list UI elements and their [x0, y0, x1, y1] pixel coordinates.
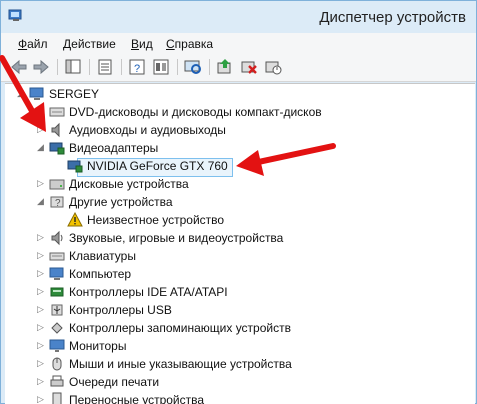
expand-arrow-icon[interactable]: ▷: [37, 377, 46, 386]
collapse-arrow-icon[interactable]: ◢: [37, 143, 46, 152]
tree-item-label: Видеоадаптеры: [69, 141, 159, 155]
toolbar-separator: [89, 59, 90, 75]
expand-arrow-icon[interactable]: ▷: [37, 179, 46, 188]
back-arrow-icon[interactable]: [9, 58, 29, 76]
portable-device-icon: [52, 392, 62, 404]
collapse-arrow-icon[interactable]: ◢: [17, 89, 26, 98]
sound-device-icon: [51, 230, 63, 246]
tree-item-label: Переносные устройства: [69, 393, 205, 404]
tree-item-selected[interactable]: NVIDIA GeForce GTX 760: [5, 158, 465, 175]
menu-action[interactable]: Действие: [63, 37, 116, 51]
toolbar-separator: [121, 59, 122, 75]
tree-item[interactable]: ▷ Дисковые устройства: [5, 176, 465, 193]
toolbar-separator: [177, 59, 178, 75]
display-adapter-icon: [49, 142, 65, 155]
usb-controller-icon: [51, 304, 63, 316]
tree-item[interactable]: ▷ Контроллеры USB: [5, 302, 465, 319]
expand-arrow-icon[interactable]: ▷: [37, 107, 46, 116]
menu-bar: Файл Действие Вид Справка: [1, 33, 476, 55]
tree-item-label: Мыши и иные указывающие устройства: [69, 357, 292, 371]
svg-text:?: ?: [55, 198, 61, 209]
tree-item[interactable]: ▷ Компьютер: [5, 266, 465, 283]
tree-item-label: Компьютер: [69, 267, 132, 281]
display-adapter-icon: [67, 160, 83, 173]
monitor-icon: [49, 339, 65, 352]
tree-item-label: Клавиатуры: [69, 249, 136, 263]
tree-item[interactable]: ▷ Переносные устройства: [5, 392, 465, 404]
menu-file[interactable]: Файл: [18, 37, 48, 51]
tree-item[interactable]: ▷ DVD-дисководы и дисководы компакт-диск…: [5, 104, 465, 121]
tree-item-label: Контроллеры IDE ATA/ATAPI: [69, 285, 228, 299]
tree-item-label: Звуковые, игровые и видеоустройства: [69, 231, 284, 245]
expand-arrow-icon[interactable]: ▷: [37, 125, 46, 134]
tree-item-label: Контроллеры USB: [69, 303, 172, 317]
mouse-icon: [52, 357, 62, 371]
tree-item[interactable]: ▷ Контроллеры запоминающих устройств: [5, 320, 465, 337]
tree-item-label: Очереди печати: [69, 375, 160, 389]
tree-item-label: Мониторы: [69, 339, 127, 353]
other-devices-icon: ?: [50, 196, 64, 209]
uninstall-device-icon[interactable]: [239, 58, 259, 76]
keyboard-icon: [49, 252, 65, 261]
tree-root-row[interactable]: ◢ SERGEY: [5, 86, 465, 103]
printer-icon: [50, 375, 64, 387]
expand-arrow-icon[interactable]: ▷: [37, 305, 46, 314]
expand-arrow-icon[interactable]: ▷: [37, 323, 46, 332]
computer-icon: [29, 87, 44, 100]
tree-item-label: Другие устройства: [69, 195, 173, 209]
device-manager-window: Диспетчер устройств Файл Действие Вид Сп…: [0, 0, 477, 404]
window-title: Диспетчер устройств: [319, 9, 466, 26]
speaker-icon: [51, 122, 60, 138]
expand-arrow-icon[interactable]: ▷: [37, 269, 46, 278]
tree-item-label: DVD-дисководы и дисководы компакт-дисков: [69, 105, 322, 119]
expand-arrow-icon[interactable]: ▷: [37, 395, 46, 404]
scan-hardware-icon[interactable]: [183, 58, 203, 76]
computer-icon: [49, 267, 64, 280]
ide-controller-icon: [50, 287, 64, 297]
expand-arrow-icon[interactable]: ▷: [37, 233, 46, 242]
disk-drive-icon: [49, 179, 65, 190]
tree-item[interactable]: ▷ Мониторы: [5, 338, 465, 355]
toolbar-separator: [209, 59, 210, 75]
tree-item[interactable]: Неизвестное устройство: [5, 212, 465, 229]
collapse-arrow-icon[interactable]: ◢: [37, 197, 46, 206]
properties-icon[interactable]: [95, 58, 115, 76]
dvd-drive-icon: [49, 107, 65, 117]
tree-item[interactable]: ▷ Очереди печати: [5, 374, 465, 391]
console-tree-icon[interactable]: [63, 58, 83, 76]
update-driver-icon[interactable]: [215, 58, 235, 76]
expand-arrow-icon[interactable]: ▷: [37, 341, 46, 350]
tree-item[interactable]: ▷ Контроллеры IDE ATA/ATAPI: [5, 284, 465, 301]
tree-item[interactable]: ▷ Мыши и иные указывающие устройства: [5, 356, 465, 373]
tree-item[interactable]: ◢ ? Другие устройства: [5, 194, 465, 211]
expand-arrow-icon[interactable]: ▷: [37, 251, 46, 260]
tree-item[interactable]: ◢ Видеоадаптеры: [5, 140, 465, 157]
tree-item[interactable]: ▷ Звуковые, игровые и видеоустройства: [5, 230, 465, 247]
tree-item-label: Неизвестное устройство: [87, 213, 225, 227]
expand-arrow-icon[interactable]: ▷: [37, 287, 46, 296]
storage-controller-icon: [51, 322, 63, 334]
toolbar: ?: [1, 55, 476, 82]
svg-text:?: ?: [134, 63, 140, 75]
tree-item-label: Аудиовходы и аудиовыходы: [69, 123, 226, 137]
device-tree: ◢ SERGEY ▷ DVD-дисководы и дисководы ком…: [5, 83, 475, 404]
title-bar: Диспетчер устройств: [1, 1, 476, 33]
menu-help[interactable]: Справка: [166, 37, 213, 51]
tree-item-label: Дисковые устройства: [69, 177, 189, 191]
device-manager-app-icon: [8, 9, 22, 21]
disable-device-icon[interactable]: [263, 58, 283, 76]
tree-item[interactable]: ▷ Аудиовходы и аудиовыходы: [5, 122, 465, 139]
forward-arrow-icon[interactable]: [31, 58, 51, 76]
menu-view[interactable]: Вид: [131, 37, 153, 51]
tree-root-label: SERGEY: [49, 87, 100, 101]
warning-icon: [67, 212, 83, 227]
tree-item-label: Контроллеры запоминающих устройств: [69, 321, 291, 335]
show-hidden-icon[interactable]: [151, 58, 171, 76]
help-icon[interactable]: ?: [127, 58, 147, 76]
toolbar-separator: [57, 59, 58, 75]
tree-item[interactable]: ▷ Клавиатуры: [5, 248, 465, 265]
tree-item-label: NVIDIA GeForce GTX 760: [87, 159, 228, 173]
expand-arrow-icon[interactable]: ▷: [37, 359, 46, 368]
